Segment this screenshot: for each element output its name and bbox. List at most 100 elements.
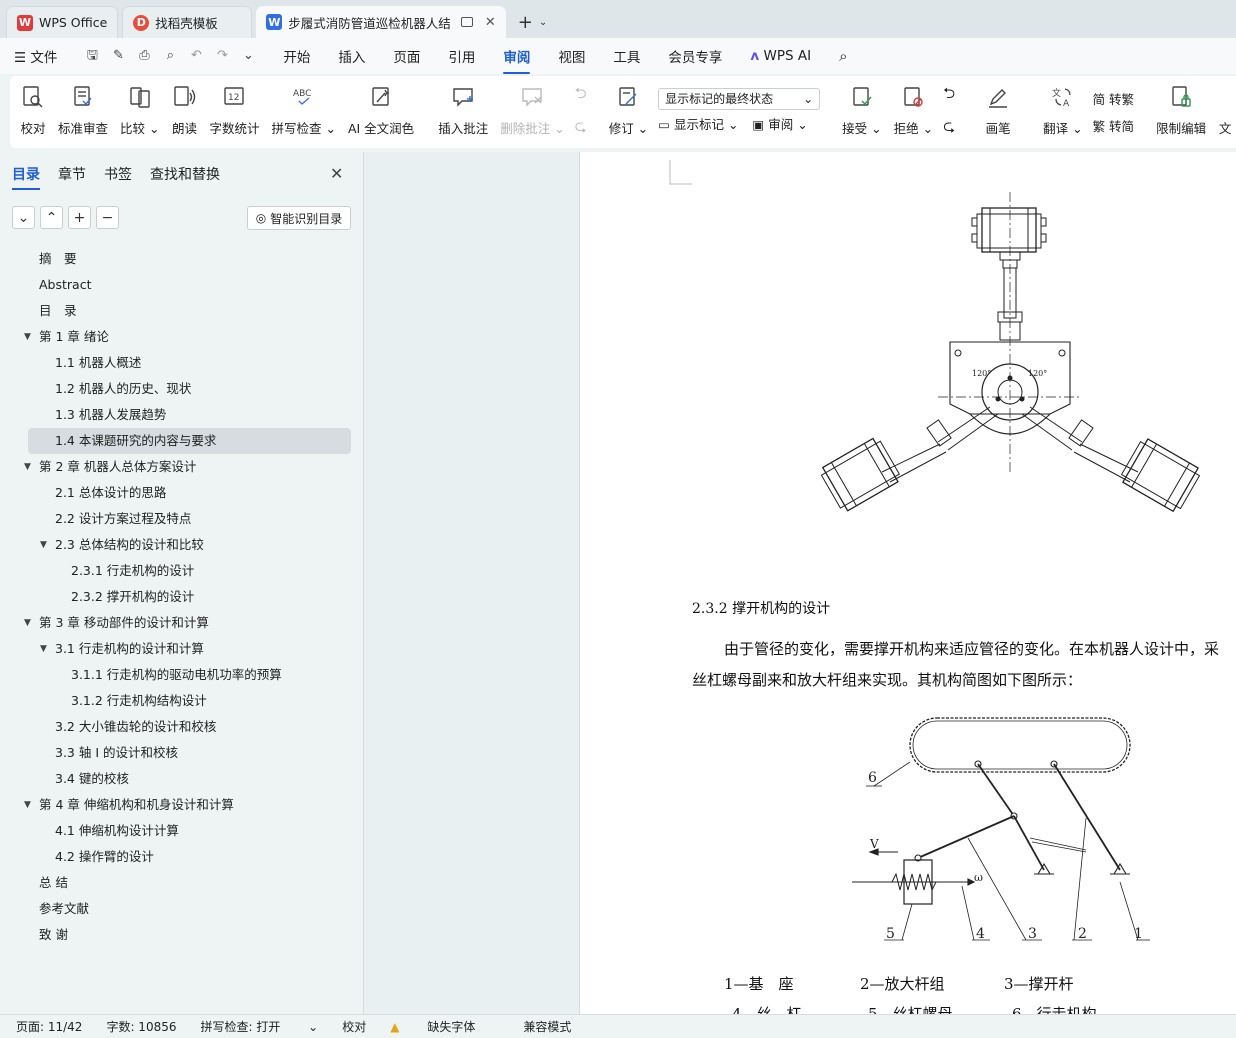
compare-button[interactable]: 比较 ⌄ bbox=[114, 80, 165, 144]
toc-item[interactable]: 致 谢 bbox=[0, 922, 363, 948]
read-aloud-button[interactable]: 朗读 bbox=[165, 80, 203, 144]
track-changes-button[interactable]: 修订 ⌄ bbox=[603, 80, 654, 144]
toc-item[interactable]: 2.3.2 撑开机构的设计 bbox=[0, 584, 363, 610]
menu-home[interactable]: 开始 bbox=[283, 46, 310, 66]
toc-item[interactable]: 4.1 伸缩机构设计计算 bbox=[0, 818, 363, 844]
nav-tab-find-replace[interactable]: 查找和替换 bbox=[150, 164, 220, 184]
toc-item[interactable]: 总 结 bbox=[0, 870, 363, 896]
toc-item[interactable]: 2.1 总体设计的思路 bbox=[0, 480, 363, 506]
pen-button[interactable]: 画笔 bbox=[971, 80, 1025, 144]
toc-item[interactable]: 1.2 机器人的历史、现状 bbox=[0, 376, 363, 402]
previous-change-icon[interactable]: ⮌ bbox=[943, 83, 955, 108]
next-comment-icon[interactable]: ⮎ bbox=[575, 116, 587, 141]
word-count-indicator[interactable]: 字数: 10856 bbox=[106, 1018, 176, 1035]
ai-polish-button[interactable]: AI 全文润色 bbox=[342, 80, 420, 144]
add-heading-icon[interactable]: + bbox=[68, 206, 91, 229]
toc-item[interactable]: ▼ 第 3 章 移动部件的设计和计算 bbox=[0, 610, 363, 636]
menu-tools[interactable]: 工具 bbox=[613, 46, 640, 66]
toc-item[interactable]: 2.2 设计方案过程及特点 bbox=[0, 506, 363, 532]
restrict-editing-button[interactable]: 限制编辑 bbox=[1150, 80, 1212, 144]
expand-toggle-icon[interactable]: ▼ bbox=[40, 636, 47, 662]
redo-icon[interactable]: ↷ bbox=[215, 49, 229, 63]
collapse-down-icon[interactable]: ⌄ bbox=[12, 206, 35, 229]
toc-item[interactable]: ▼ 3.1 行走机构的设计和计算 bbox=[0, 636, 363, 662]
menu-wps-ai[interactable]: ᴧ WPS AI bbox=[750, 48, 811, 64]
format-painter-icon[interactable]: ✎ bbox=[111, 49, 125, 63]
toc-item[interactable]: 1.1 机器人概述 bbox=[0, 350, 363, 376]
to-simplified-button[interactable]: 繁 转简 bbox=[1093, 116, 1134, 135]
close-tab-icon[interactable]: ✕ bbox=[485, 15, 496, 30]
toc-item[interactable]: 4.2 操作臂的设计 bbox=[0, 844, 363, 870]
accept-button[interactable]: 接受 ⌄ bbox=[836, 80, 887, 144]
toc-item[interactable]: 1.4 本课题研究的内容与要求 bbox=[28, 428, 351, 454]
toc-item[interactable]: 3.2 大小锥齿轮的设计和校核 bbox=[0, 714, 363, 740]
menu-references[interactable]: 引用 bbox=[448, 46, 475, 66]
document-more-button[interactable]: 文 bbox=[1212, 80, 1236, 144]
more-chevron-icon[interactable]: ⌄ bbox=[241, 49, 255, 63]
toc-item[interactable]: 1.3 机器人发展趋势 bbox=[0, 402, 363, 428]
tab-wps-office[interactable]: W WPS Office bbox=[6, 6, 119, 38]
nav-tab-bookmarks[interactable]: 书签 bbox=[104, 164, 132, 184]
toc-item[interactable]: ▼ 第 1 章 绪论 bbox=[0, 324, 363, 350]
markup-state-select[interactable]: 显示标记的最终状态 ⌄ bbox=[658, 87, 821, 110]
smart-toc-button[interactable]: ◎ 智能识别目录 bbox=[247, 206, 351, 230]
tab-document[interactable]: W 步履式消防管道巡检机器人结 ✕ bbox=[256, 6, 506, 38]
proof-status[interactable]: 校对 bbox=[342, 1018, 366, 1035]
close-panel-icon[interactable]: ✕ bbox=[330, 164, 343, 183]
proof-button[interactable]: 校对 bbox=[14, 80, 52, 144]
monitor-icon[interactable] bbox=[460, 17, 473, 27]
tab-templates[interactable]: D 找稻壳模板 bbox=[122, 6, 253, 38]
save-icon[interactable]: 🖫 bbox=[85, 49, 99, 63]
to-traditional-button[interactable]: 简 转繁 bbox=[1093, 89, 1134, 108]
toc-item[interactable]: 摘 要 bbox=[0, 246, 363, 272]
nav-tab-toc[interactable]: 目录 bbox=[12, 164, 40, 190]
nav-tab-sections[interactable]: 章节 bbox=[58, 164, 86, 184]
expand-toggle-icon[interactable]: ▼ bbox=[40, 532, 47, 558]
spell-check-button[interactable]: ABC 拼写检查 ⌄ bbox=[266, 80, 342, 144]
toc-item[interactable]: 3.1.2 行走机构结构设计 bbox=[0, 688, 363, 714]
word-count-button[interactable]: 12 字数统计 bbox=[203, 80, 265, 144]
next-change-icon[interactable]: ⮎ bbox=[943, 116, 955, 141]
menu-review[interactable]: 审阅 bbox=[503, 46, 531, 74]
toc-item[interactable]: ▼ 第 4 章 伸缩机构和机身设计和计算 bbox=[0, 792, 363, 818]
menu-insert[interactable]: 插入 bbox=[338, 46, 365, 66]
delete-comment-button[interactable]: 删除批注 ⌄ bbox=[494, 80, 570, 144]
expand-toggle-icon[interactable]: ▼ bbox=[24, 610, 31, 636]
spell-check-status[interactable]: 拼写检查: 打开 ⌄ bbox=[201, 1018, 319, 1035]
menu-view[interactable]: 视图 bbox=[558, 46, 585, 66]
toc-item[interactable]: ▼ 第 2 章 机器人总体方案设计 bbox=[0, 454, 363, 480]
previous-comment-icon[interactable]: ⮌ bbox=[575, 83, 587, 108]
document-page[interactable]: 120° 120° 6 V ω 5 4 3 2 1 2.3.2 撑开机构的设计 … bbox=[580, 152, 1236, 1014]
toc-item[interactable]: 目 录 bbox=[0, 298, 363, 324]
toc-item[interactable]: 参考文献 bbox=[0, 896, 363, 922]
magic-wand-icon bbox=[368, 84, 394, 110]
page-indicator[interactable]: 页面: 11/42 bbox=[16, 1018, 82, 1035]
show-markup-button[interactable]: ▭ 显示标记 ⌄ bbox=[658, 114, 738, 133]
ribbon-toolbar: 校对 标准审查 比较 ⌄ 朗读 12 字数统计 ABC 拼写检查 ⌄ AI 全文… bbox=[10, 76, 1236, 148]
translate-button[interactable]: 文A 翻译 ⌄ bbox=[1037, 80, 1088, 144]
print-icon[interactable]: ⎙ bbox=[137, 49, 151, 63]
toc-item[interactable]: 3.4 键的校核 bbox=[0, 766, 363, 792]
insert-comment-button[interactable]: 插入批注 bbox=[432, 80, 494, 144]
missing-font-status[interactable]: ▲ 缺失字体 bbox=[390, 1018, 499, 1035]
menu-member[interactable]: 会员专享 bbox=[668, 46, 722, 66]
toc-item[interactable]: Abstract bbox=[0, 272, 363, 298]
toc-item[interactable]: 3.1.1 行走机构的驱动电机功率的预算 bbox=[0, 662, 363, 688]
expand-toggle-icon[interactable]: ▼ bbox=[24, 454, 31, 480]
collapse-up-icon[interactable]: ⌃ bbox=[40, 206, 63, 229]
toc-item[interactable]: 3.3 轴 I 的设计和校核 bbox=[0, 740, 363, 766]
expand-toggle-icon[interactable]: ▼ bbox=[24, 324, 31, 350]
undo-icon[interactable]: ↶ bbox=[189, 49, 203, 63]
menu-page[interactable]: 页面 bbox=[393, 46, 420, 66]
toc-item[interactable]: 2.3.1 行走机构的设计 bbox=[0, 558, 363, 584]
file-menu[interactable]: ☰ 文件 bbox=[14, 46, 57, 66]
standard-review-button[interactable]: 标准审查 bbox=[52, 80, 114, 144]
review-pane-button[interactable]: ▣ 审阅 ⌄ bbox=[752, 114, 807, 133]
search-icon[interactable]: ⌕ bbox=[839, 47, 847, 65]
remove-heading-icon[interactable]: − bbox=[96, 206, 119, 229]
toc-item[interactable]: ▼ 2.3 总体结构的设计和比较 bbox=[0, 532, 363, 558]
print-preview-icon[interactable]: ⌕ bbox=[163, 49, 177, 63]
expand-toggle-icon[interactable]: ▼ bbox=[24, 792, 31, 818]
reject-button[interactable]: 拒绝 ⌄ bbox=[888, 80, 939, 144]
new-tab-icon[interactable]: + ⌄ bbox=[510, 6, 555, 38]
